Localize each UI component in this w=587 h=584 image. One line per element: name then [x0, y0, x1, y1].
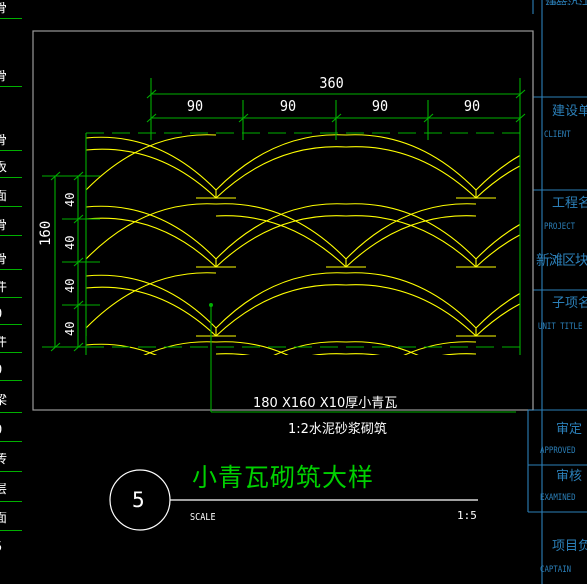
- left-legend-rule: [0, 177, 22, 178]
- left-legend-rule: [0, 352, 22, 353]
- left-legend-item: 骨: [0, 253, 20, 266]
- left-legend-rule: [0, 269, 22, 270]
- titleblock-label-examined-en: EXAMINED: [540, 493, 576, 503]
- left-legend-rule: [0, 501, 22, 502]
- tile-arc: [86, 203, 347, 260]
- left-legend-item: 0: [0, 424, 20, 437]
- dim-segment-horizontal: 90: [371, 97, 389, 115]
- dim-segment-vertical: 40: [63, 278, 77, 293]
- detail-marker-number: 5: [132, 488, 145, 512]
- left-legend-rule: [0, 297, 22, 298]
- left-margin-legend: 骨 骨 骨 板 面 骨 骨 件 0 件 0 梁 0 砖 层 面 5: [0, 0, 24, 584]
- left-legend-rule: [0, 206, 22, 207]
- tile-arc: [345, 272, 520, 329]
- tile-arc: [345, 341, 419, 355]
- dim-total-horizontal: 360: [319, 74, 344, 92]
- cad-vector-layer: [32, 0, 587, 584]
- left-legend-rule: [0, 412, 22, 413]
- titleblock-label-examined-cn: 审核: [556, 469, 583, 484]
- dim-segment-vertical: 40: [63, 235, 77, 250]
- titleblock-label-captain-en: CAPTAIN: [540, 565, 572, 575]
- tile-arc: [86, 341, 347, 355]
- scale-label: SCALE: [190, 512, 216, 523]
- dim-segment-horizontal: 90: [279, 97, 297, 115]
- titleblock-label-client-en: CLIENT: [544, 130, 571, 140]
- tile-arc: [215, 341, 477, 355]
- titleblock-label-unit-en: UNIT TITLE: [538, 322, 583, 332]
- tile-arc: [215, 203, 477, 260]
- cad-drawing-canvas: 建筑设计说明 骨 骨 骨 板 面 骨 骨 件 0 件 0 梁 0 砖 层 面: [0, 0, 587, 584]
- dim-total-vertical: 160: [38, 220, 54, 246]
- titleblock-value-project: 新滩区块坪: [536, 253, 587, 269]
- left-legend-item: 骨: [0, 70, 20, 83]
- titleblock-label-project-cn: 工程名称: [552, 196, 587, 211]
- left-legend-item: 面: [0, 512, 20, 525]
- tile-arc: [345, 134, 520, 191]
- left-legend-item: 层: [0, 483, 20, 496]
- dim-segment-vertical: 40: [63, 192, 77, 207]
- material-note-secondary: 1:2水泥砂浆砌筑: [288, 422, 387, 437]
- titleblock-top-clipped-label: 建筑设计说明: [545, 0, 587, 5]
- left-legend-rule: [0, 235, 22, 236]
- left-legend-rule: [0, 324, 22, 325]
- left-legend-item: 梁: [0, 394, 20, 407]
- titleblock-label-client-cn: 建设单位: [552, 104, 587, 119]
- left-legend-rule: [0, 18, 22, 19]
- titleblock-label-unit-cn: 子项名称: [552, 296, 587, 311]
- left-legend-item: 5: [0, 541, 20, 554]
- left-legend-item: 0: [0, 364, 20, 377]
- left-legend-item: 骨: [0, 134, 20, 147]
- material-note-primary: 180 X160 X10厚小青瓦: [253, 396, 398, 411]
- leader-arrow-dot: [209, 303, 213, 307]
- titleblock-label-approved-cn: 审定: [556, 422, 583, 437]
- left-legend-rule: [0, 86, 22, 87]
- left-legend-item: 砖: [0, 453, 20, 466]
- detail-title-text: 小青瓦砌筑大样: [192, 463, 375, 492]
- dim-segment-horizontal: 90: [186, 97, 204, 115]
- left-legend-rule: [0, 441, 22, 442]
- tile-pattern-group: [86, 134, 520, 355]
- left-legend-rule: [0, 471, 22, 472]
- tile-arc: [86, 272, 347, 329]
- dim-segment-vertical: 40: [63, 321, 77, 336]
- left-legend-item: 0: [0, 308, 20, 321]
- left-legend-item: 件: [0, 336, 20, 349]
- left-legend-item: 面: [0, 190, 20, 203]
- left-legend-item: 骨: [0, 2, 20, 15]
- left-legend-item: 板: [0, 161, 20, 174]
- left-legend-item: 件: [0, 281, 20, 294]
- tile-arc: [86, 134, 347, 191]
- dim-segment-horizontal: 90: [463, 97, 481, 115]
- titleblock-label-captain-cn: 项目负责: [552, 539, 587, 554]
- tile-pattern-overlay: [86, 134, 477, 355]
- left-legend-item: 骨: [0, 219, 20, 232]
- scale-value: 1:5: [457, 509, 477, 522]
- left-legend-rule: [0, 380, 22, 381]
- left-legend-rule: [0, 530, 22, 531]
- left-legend-rule: [0, 150, 22, 151]
- titleblock-label-approved-en: APPROVED: [540, 446, 576, 456]
- titleblock-label-project-en: PROJECT: [544, 222, 576, 232]
